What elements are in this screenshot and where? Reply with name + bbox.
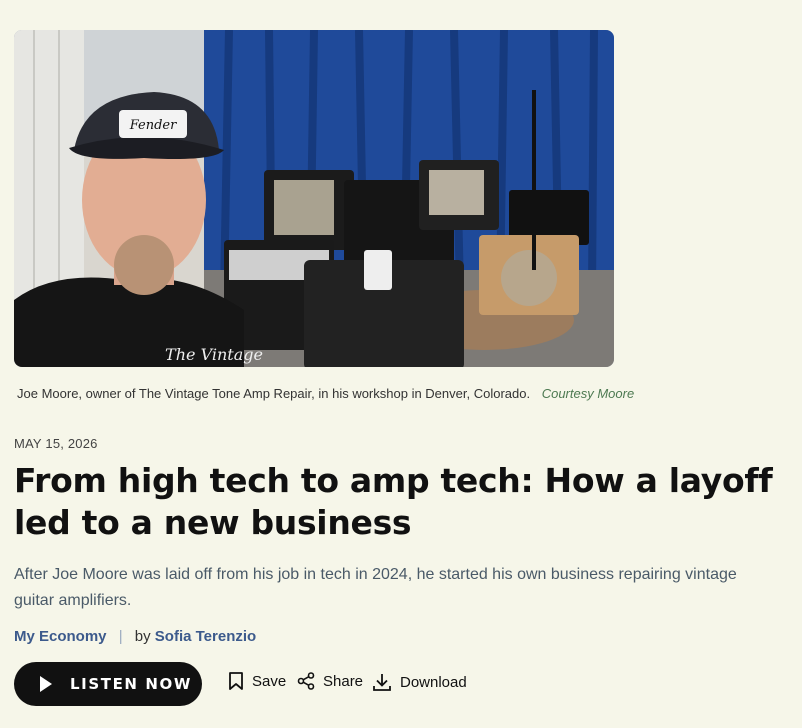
section-link[interactable]: My Economy [14,628,107,645]
hero-photo: Fender The Vintage [14,30,614,367]
listen-now-label: LISTEN NOW [70,675,193,693]
share-label: Share [323,672,364,690]
article-headline: From high tech to amp tech: How a layoff… [14,461,773,542]
save-label: Save [252,672,287,690]
caption-text: Joe Moore, owner of The Vintage Tone Amp… [17,386,531,401]
share-button[interactable]: Share [297,672,363,690]
byline-separator: | [118,628,123,645]
photo-caption: Joe Moore, owner of The Vintage Tone Amp… [17,386,634,401]
bookmark-icon [229,672,243,690]
download-icon [373,674,391,691]
svg-text:Fender: Fender [129,118,177,133]
article-dek: After Joe Moore was laid off from his jo… [14,566,737,609]
play-icon [40,676,52,692]
shirt-print: The Vintage [165,345,263,364]
publish-date: MAY 15, 2026 [14,436,98,451]
download-label: Download [400,673,467,691]
listen-now-button[interactable]: LISTEN NOW [14,662,202,706]
author-link[interactable]: Sofia Terenzio [155,628,256,645]
save-button[interactable]: Save [228,672,286,690]
hero-photo-illustration: Fender The Vintage [14,30,614,367]
byline: My Economy | by Sofia Terenzio [14,628,256,645]
download-button[interactable]: Download [372,672,467,692]
byline-by: by [134,628,151,645]
share-icon [297,672,315,690]
photo-credit: Courtesy Moore [541,386,635,401]
